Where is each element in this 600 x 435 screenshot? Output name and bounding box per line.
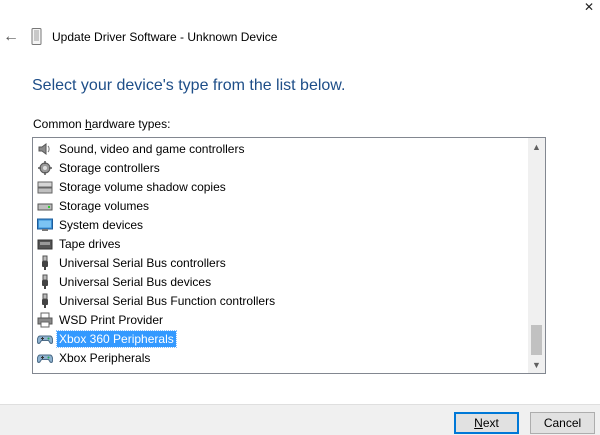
scroll-up-button[interactable]: ▲ [528, 138, 545, 155]
scroll-down-icon: ▼ [532, 359, 541, 370]
list-item-label: Sound, video and game controllers [59, 141, 245, 156]
tape-drive-icon [37, 236, 53, 252]
list-item[interactable]: Xbox 360 Peripherals [36, 329, 177, 348]
list-item[interactable]: Universal Serial Bus devices [37, 272, 213, 291]
vertical-scrollbar[interactable]: ▲ ▼ [528, 138, 545, 373]
storage-volume-icon [37, 198, 53, 214]
printer-icon [37, 312, 53, 328]
list-item-label: Storage volume shadow copies [59, 179, 226, 194]
list-items: Sound, video and game controllers Storage… [33, 138, 528, 373]
back-arrow-icon: ← [3, 28, 19, 45]
speaker-icon [37, 141, 53, 157]
shadow-copy-icon [37, 179, 53, 195]
list-item[interactable]: Sound, video and game controllers [37, 139, 246, 158]
cancel-button[interactable]: Cancel [530, 412, 595, 434]
hardware-types-label: Common hardware types: [33, 117, 171, 131]
back-button[interactable]: ← [3, 28, 19, 45]
usb-icon [37, 293, 53, 309]
list-item[interactable]: Storage controllers [37, 158, 162, 177]
scroll-up-icon: ▲ [532, 141, 541, 152]
list-item[interactable]: Universal Serial Bus controllers [37, 253, 228, 272]
scroll-down-button[interactable]: ▼ [528, 356, 545, 373]
hardware-types-list[interactable]: Sound, video and game controllers Storage… [32, 137, 546, 374]
list-item-label: Tape drives [59, 236, 121, 251]
list-item-label: Xbox Peripherals [59, 350, 151, 365]
close-icon: ✕ [583, 0, 595, 14]
list-item-label: WSD Print Provider [59, 312, 164, 327]
list-item-label: Universal Serial Bus devices [59, 274, 212, 289]
list-item[interactable]: Universal Serial Bus Function controller… [37, 291, 277, 310]
device-icon [31, 28, 42, 45]
list-item[interactable]: System devices [37, 215, 145, 234]
list-item-label: System devices [59, 217, 144, 232]
page-heading: Select your device's type from the list … [32, 77, 346, 94]
next-button[interactable]: Next [454, 412, 519, 434]
list-item[interactable]: Tape drives [37, 234, 122, 253]
usb-icon [37, 255, 53, 271]
list-item-label: Storage volumes [59, 198, 150, 213]
list-item[interactable]: Storage volumes [37, 196, 151, 215]
system-device-icon [37, 217, 53, 233]
list-item[interactable]: WSD Print Provider [37, 310, 165, 329]
list-item-label: Storage controllers [59, 160, 160, 175]
list-item-label: Universal Serial Bus Function controller… [59, 293, 276, 308]
gamepad-icon [36, 350, 54, 366]
gamepad-icon [36, 331, 54, 347]
storage-controller-icon [37, 160, 53, 176]
list-item-label: Universal Serial Bus controllers [59, 255, 226, 270]
list-item-label: Xbox 360 Peripherals [56, 329, 177, 348]
usb-icon [37, 274, 53, 290]
window-title: Update Driver Software - Unknown Device [52, 30, 278, 44]
close-button[interactable]: ✕ [578, 0, 600, 14]
list-item[interactable]: Storage volume shadow copies [37, 177, 228, 196]
list-item[interactable]: Xbox Peripherals [36, 348, 152, 367]
scrollbar-thumb[interactable] [531, 325, 542, 355]
